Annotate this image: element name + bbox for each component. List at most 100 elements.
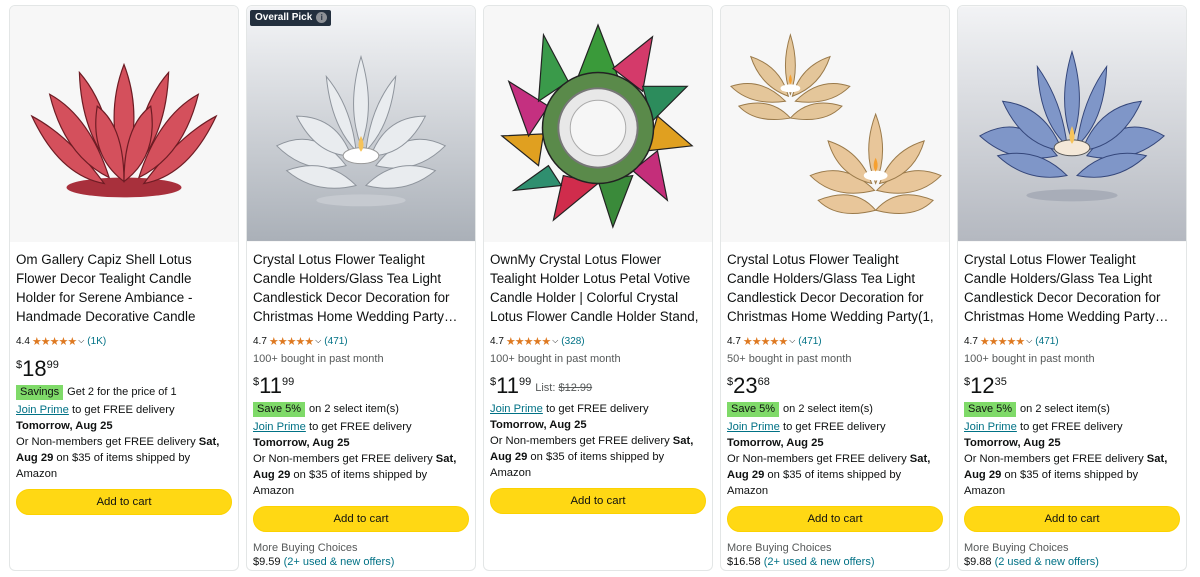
product-title[interactable]: Crystal Lotus Flower Tealight Candle Hol… xyxy=(727,250,943,326)
savings-row: Save 5% on 2 select item(s) xyxy=(964,401,1180,417)
price-fraction: 99 xyxy=(281,376,295,388)
nonmember-text: Or Non-members get FREE delivery xyxy=(727,453,910,465)
delivery-date: Tomorrow, Aug 25 xyxy=(964,437,1061,449)
add-to-cart-button[interactable]: Add to cart xyxy=(490,488,706,514)
rating[interactable]: 4.4 ★★★★★ ⌵ (1K) xyxy=(16,335,232,348)
chevron-down-icon[interactable]: ⌵ xyxy=(315,336,321,346)
delivery-info: Join Prime to get FREE delivery Tomorrow… xyxy=(727,419,943,499)
price-fraction: 68 xyxy=(757,376,770,388)
delivery-date: Tomorrow, Aug 25 xyxy=(253,437,350,449)
clear-crystal-lotus-image xyxy=(247,7,475,241)
product-title[interactable]: Crystal Lotus Flower Tealight Candle Hol… xyxy=(253,250,469,326)
delivery-info: Join Prime to get FREE delivery Tomorrow… xyxy=(964,419,1180,499)
rainbow-crystal-lotus-image xyxy=(484,7,712,241)
review-count-link[interactable]: (471) xyxy=(1035,336,1058,347)
savings-text: Get 2 for the price of 1 xyxy=(67,386,177,398)
more-buying-choices: More Buying Choices xyxy=(253,542,358,554)
add-to-cart-button[interactable]: Add to cart xyxy=(253,506,469,532)
star-rating-icon: ★★★★★ xyxy=(268,335,314,348)
price-fraction: 99 xyxy=(518,376,532,388)
product-image[interactable] xyxy=(958,6,1186,242)
chevron-down-icon[interactable]: ⌵ xyxy=(1026,336,1032,346)
rating-value: 4.4 xyxy=(16,335,30,347)
savings-badge: Savings xyxy=(16,384,64,400)
price-whole: 11 xyxy=(259,373,282,398)
review-count-link[interactable]: (471) xyxy=(798,336,821,347)
list-price-value: $12.99 xyxy=(558,382,593,394)
product-card[interactable]: Crystal Lotus Flower Tealight Candle Hol… xyxy=(720,5,950,571)
add-to-cart-button[interactable]: Add to cart xyxy=(16,489,232,515)
product-image[interactable] xyxy=(10,6,238,242)
offers-link[interactable]: (2+ used & new offers) xyxy=(284,556,395,568)
savings-text: on 2 select item(s) xyxy=(783,403,873,415)
offers: $9.59 (2+ used & new offers) xyxy=(253,556,469,568)
join-prime-link[interactable]: Join Prime xyxy=(490,403,543,415)
star-rating-icon: ★★★★★ xyxy=(505,335,551,348)
nonmember-text: Or Non-members get FREE delivery xyxy=(16,436,199,448)
bought-count: 100+ bought in past month xyxy=(964,353,1095,365)
offer-price: $9.88 xyxy=(964,556,992,568)
review-count-link[interactable]: (471) xyxy=(324,336,347,347)
rating-value: 4.7 xyxy=(727,335,741,347)
info-icon[interactable]: i xyxy=(316,12,328,23)
price[interactable]: $ 18 99 xyxy=(16,357,232,383)
savings-text: on 2 select item(s) xyxy=(1020,403,1110,415)
savings-row: Save 5% on 2 select item(s) xyxy=(253,401,469,417)
offer-price: $16.58 xyxy=(727,556,761,568)
product-card[interactable]: OwnMy Crystal Lotus Flower Tealight Hold… xyxy=(483,5,713,571)
rating-value: 4.7 xyxy=(964,335,978,347)
rating-value: 4.7 xyxy=(490,335,504,347)
save-percent-badge: Save 5% xyxy=(964,401,1017,417)
join-prime-link[interactable]: Join Prime xyxy=(16,404,69,416)
chevron-down-icon[interactable]: ⌵ xyxy=(78,336,84,346)
nonmember-text: Or Non-members get FREE delivery xyxy=(964,453,1147,465)
list-label: List: xyxy=(535,382,556,394)
product-card[interactable]: Om Gallery Capiz Shell Lotus Flower Deco… xyxy=(9,5,239,571)
rating[interactable]: 4.7 ★★★★★ ⌵ (328) xyxy=(490,335,706,348)
review-count-link[interactable]: (328) xyxy=(561,336,584,347)
price[interactable]: $ 23 68 xyxy=(727,374,943,400)
product-title[interactable]: OwnMy Crystal Lotus Flower Tealight Hold… xyxy=(490,250,706,326)
product-image[interactable]: Overall Pick i xyxy=(247,6,475,242)
join-prime-link[interactable]: Join Prime xyxy=(253,421,306,433)
offers-link[interactable]: (2+ used & new offers) xyxy=(764,556,875,568)
join-prime-link[interactable]: Join Prime xyxy=(727,421,780,433)
add-to-cart-button[interactable]: Add to cart xyxy=(727,506,943,532)
rating[interactable]: 4.7 ★★★★★ ⌵ (471) xyxy=(253,335,469,348)
offers-link[interactable]: (2 used & new offers) xyxy=(995,556,1099,568)
delivery-date: Tomorrow, Aug 25 xyxy=(727,437,824,449)
price[interactable]: $ 12 35 xyxy=(964,374,1180,400)
product-card[interactable]: Crystal Lotus Flower Tealight Candle Hol… xyxy=(957,5,1187,571)
add-to-cart-button[interactable]: Add to cart xyxy=(964,506,1180,532)
join-prime-link[interactable]: Join Prime xyxy=(964,421,1017,433)
review-count-link[interactable]: (1K) xyxy=(87,336,106,347)
delivery-text: to get FREE delivery xyxy=(305,421,412,433)
save-percent-badge: Save 5% xyxy=(727,401,780,417)
price[interactable]: $ 11 99 xyxy=(253,374,469,400)
badge-label: Overall Pick xyxy=(255,12,313,23)
list-price: List: $12.99 xyxy=(535,382,592,394)
price-whole: 12 xyxy=(970,373,995,398)
product-title[interactable]: Crystal Lotus Flower Tealight Candle Hol… xyxy=(964,250,1180,326)
product-image[interactable] xyxy=(721,6,949,242)
savings-row: Savings Get 2 for the price of 1 xyxy=(16,384,232,400)
product-image[interactable] xyxy=(484,6,712,242)
save-percent-badge: Save 5% xyxy=(253,401,306,417)
chevron-down-icon[interactable]: ⌵ xyxy=(789,336,795,346)
price-fraction: 99 xyxy=(46,359,59,371)
rating[interactable]: 4.7 ★★★★★ ⌵ (471) xyxy=(964,335,1180,348)
overall-pick-badge[interactable]: Overall Pick i xyxy=(250,10,332,26)
rating[interactable]: 4.7 ★★★★★ ⌵ (471) xyxy=(727,335,943,348)
price[interactable]: $ 11 99 List: $12.99 xyxy=(490,374,706,400)
savings-row: Save 5% on 2 select item(s) xyxy=(727,401,943,417)
product-card[interactable]: Overall Pick i Crystal Lotus Flower Teal… xyxy=(246,5,476,571)
delivery-info: Join Prime to get FREE delivery Tomorrow… xyxy=(16,402,232,482)
delivery-info: Join Prime to get FREE delivery Tomorrow… xyxy=(490,401,706,481)
delivery-text: to get FREE delivery xyxy=(1016,421,1123,433)
nonmember-text: Or Non-members get FREE delivery xyxy=(253,453,436,465)
chevron-down-icon[interactable]: ⌵ xyxy=(552,336,558,346)
bought-count: 100+ bought in past month xyxy=(253,353,384,365)
delivery-date: Tomorrow, Aug 25 xyxy=(16,420,113,432)
product-title[interactable]: Om Gallery Capiz Shell Lotus Flower Deco… xyxy=(16,250,232,326)
price-whole: 18 xyxy=(22,356,47,381)
